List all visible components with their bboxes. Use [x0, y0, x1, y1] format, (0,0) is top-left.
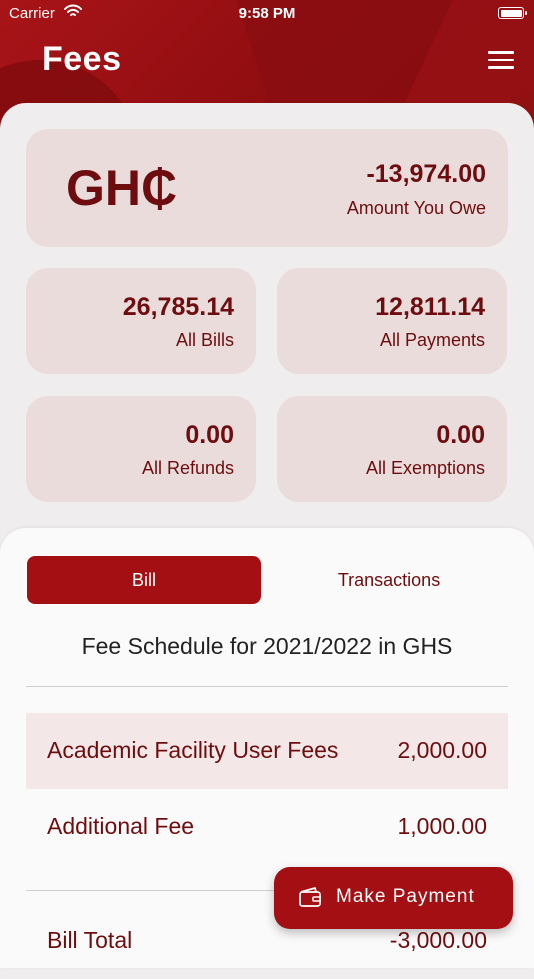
- all-bills-label: All Bills: [175, 330, 234, 350]
- all-payments-label: All Payments: [379, 330, 485, 350]
- fee-schedule-title: Fee Schedule for 2021/2022 in GHS: [81, 633, 453, 659]
- amount-owed-card: GH₵ -13,974.00 Amount You Owe: [26, 129, 508, 247]
- currency-symbol: GH₵: [66, 160, 178, 216]
- wallet-icon: [298, 886, 322, 913]
- amount-owed-label: Amount You Owe: [346, 198, 486, 218]
- all-payments-card[interactable]: 12,811.14 All Payments: [277, 268, 507, 374]
- all-exemptions-value: 0.00: [436, 421, 485, 449]
- fee-amount: 2,000.00: [397, 737, 487, 763]
- make-payment-label: Make Payment: [336, 886, 475, 907]
- all-refunds-label: All Refunds: [141, 458, 234, 478]
- all-refunds-card[interactable]: 0.00 All Refunds: [26, 396, 256, 502]
- all-bills-card[interactable]: 26,785.14 All Bills: [26, 268, 256, 374]
- tab-bill[interactable]: Bill: [27, 556, 261, 604]
- fee-name: Academic Facility User Fees: [47, 737, 339, 763]
- all-refunds-value: 0.00: [185, 421, 234, 449]
- all-payments-value: 12,811.14: [375, 293, 485, 321]
- fee-row: Additional Fee 1,000.00: [26, 789, 508, 865]
- divider: [26, 686, 508, 687]
- all-exemptions-label: All Exemptions: [365, 458, 485, 478]
- page-title: Fees: [42, 40, 122, 78]
- fee-name: Additional Fee: [47, 813, 195, 839]
- make-payment-button[interactable]: Make Payment: [274, 867, 513, 929]
- hamburger-icon[interactable]: [488, 51, 516, 73]
- all-bills-value: 26,785.14: [122, 293, 234, 321]
- tab-transactions[interactable]: Transactions: [272, 556, 506, 604]
- clock: 9:58 PM: [238, 5, 296, 22]
- fee-row: Academic Facility User Fees 2,000.00: [26, 713, 508, 789]
- all-exemptions-card[interactable]: 0.00 All Exemptions: [277, 396, 507, 502]
- status-bar: Carrier 9:58 PM: [0, 0, 534, 28]
- amount-owed-value: -13,974.00: [366, 160, 486, 188]
- fee-amount: 1,000.00: [397, 813, 487, 839]
- battery-icon: [498, 7, 527, 19]
